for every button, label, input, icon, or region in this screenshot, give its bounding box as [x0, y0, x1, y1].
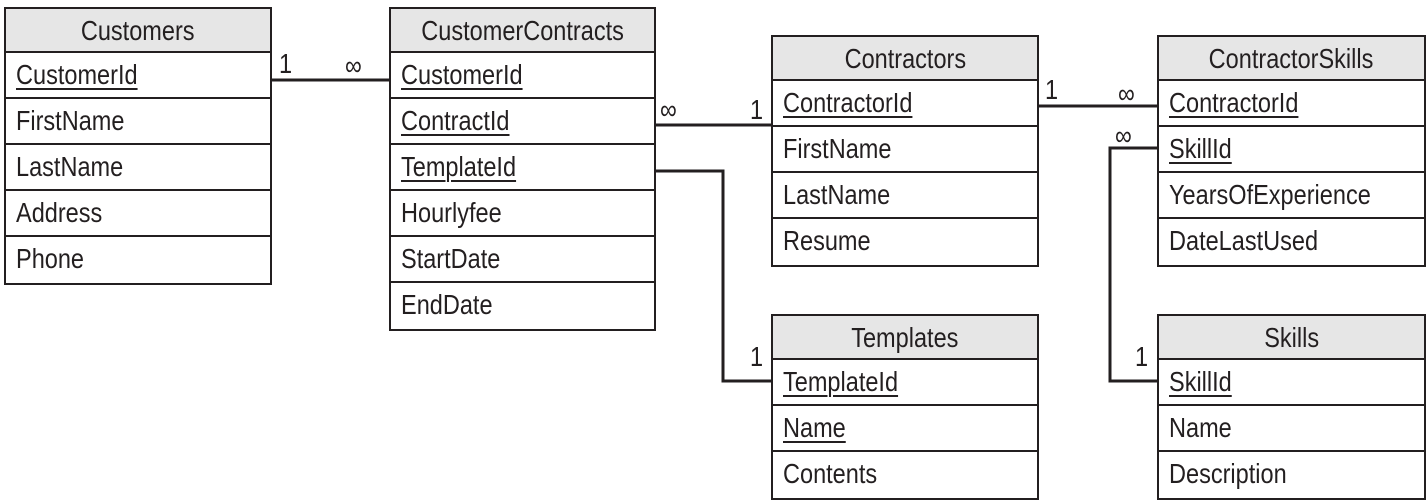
field-name: Phone [16, 243, 85, 274]
table-name: Contractors [844, 43, 966, 74]
cardinality-many: ∞ [1115, 122, 1135, 150]
field-row: Address [6, 191, 270, 237]
table-customers: Customers CustomerId FirstName LastName Addr… [4, 7, 272, 285]
field-name: Hourlyfee [401, 197, 502, 228]
key-field-name: TemplateId [401, 151, 517, 182]
field-row: CustomerId [6, 53, 270, 99]
field-name: Resume [783, 225, 871, 256]
key-field-name: ContractorId [783, 87, 913, 118]
field-name: LastName [16, 151, 124, 182]
key-field-name: TemplateId [783, 366, 899, 397]
table-contractor-skills: ContractorSkills ContractorId SkillId Years… [1157, 35, 1426, 267]
field-row: YearsOfExperience [1159, 173, 1424, 219]
table-header: Contractors [773, 37, 1037, 81]
field-row: ContractorId [1159, 81, 1424, 127]
field-row: ContractId [391, 99, 654, 145]
cardinality-one: 1 [750, 343, 766, 371]
field-row: EndDate [391, 283, 654, 329]
field-row: Name [1159, 406, 1424, 452]
field-row: TemplateId [773, 360, 1037, 406]
key-field-name: SkillId [1169, 133, 1232, 164]
cardinality-label: ∞ [1118, 78, 1135, 109]
table-header: Skills [1159, 316, 1424, 360]
cardinality-label: ∞ [1115, 120, 1132, 151]
table-header: Templates [773, 316, 1037, 360]
field-name: FirstName [16, 105, 125, 136]
cardinality-label: 1 [279, 48, 293, 79]
key-field-name: ContractId [401, 105, 510, 136]
field-name: YearsOfExperience [1169, 179, 1371, 210]
field-row: TemplateId [391, 145, 654, 191]
table-header: CustomerContracts [391, 9, 654, 53]
field-row: Contents [773, 452, 1037, 498]
cardinality-one: 1 [279, 50, 295, 78]
cardinality-one: 1 [1135, 343, 1151, 371]
key-field-name: ContractorId [1169, 87, 1299, 118]
field-row: SkillId [1159, 127, 1424, 173]
field-row: Phone [6, 237, 270, 283]
cardinality-many: ∞ [345, 52, 365, 80]
field-name: Description [1169, 458, 1287, 489]
field-name: StartDate [401, 243, 501, 274]
field-row: LastName [773, 173, 1037, 219]
cardinality-one: 1 [750, 96, 766, 124]
field-row: Resume [773, 219, 1037, 265]
field-row: Hourlyfee [391, 191, 654, 237]
field-row: FirstName [6, 99, 270, 145]
table-header: Customers [6, 9, 270, 53]
cardinality-one: 1 [1045, 76, 1061, 104]
field-row: CustomerId [391, 53, 654, 99]
field-row: Name [773, 406, 1037, 452]
cardinality-label: ∞ [660, 94, 677, 125]
field-row: Description [1159, 452, 1424, 498]
cardinality-many: ∞ [660, 96, 680, 124]
field-name: EndDate [401, 289, 493, 320]
cardinality-label: ∞ [345, 50, 362, 81]
cardinality-label: 1 [750, 94, 764, 125]
table-name: CustomerContracts [421, 15, 624, 46]
field-row: StartDate [391, 237, 654, 283]
field-name: LastName [783, 179, 891, 210]
field-row: LastName [6, 145, 270, 191]
field-name: FirstName [783, 133, 892, 164]
table-name: ContractorSkills [1209, 43, 1374, 74]
table-templates: Templates TemplateId Name Contents [771, 314, 1039, 500]
field-name: Name [1169, 412, 1232, 443]
key-field-name: CustomerId [16, 59, 138, 90]
field-row: FirstName [773, 127, 1037, 173]
field-row: DateLastUsed [1159, 219, 1424, 265]
key-field-name: SkillId [1169, 366, 1232, 397]
field-name: Contents [783, 458, 878, 489]
field-name: DateLastUsed [1169, 225, 1319, 256]
table-skills: Skills SkillId Name Description [1157, 314, 1426, 500]
cardinality-label: 1 [750, 341, 764, 372]
field-row: ContractorId [773, 81, 1037, 127]
field-row: SkillId [1159, 360, 1424, 406]
table-name: Skills [1264, 322, 1319, 353]
key-field-name: Name [783, 412, 846, 443]
cardinality-many: ∞ [1118, 80, 1138, 108]
table-name: Templates [851, 322, 959, 353]
key-field-name: CustomerId [401, 59, 523, 90]
table-customer-contracts: CustomerContracts CustomerId ContractId Tem… [389, 7, 656, 331]
table-contractors: Contractors ContractorId FirstName LastName… [771, 35, 1039, 267]
table-header: ContractorSkills [1159, 37, 1424, 81]
field-name: Address [16, 197, 103, 228]
table-name: Customers [81, 15, 195, 46]
cardinality-label: 1 [1045, 74, 1059, 105]
cardinality-label: 1 [1135, 341, 1149, 372]
